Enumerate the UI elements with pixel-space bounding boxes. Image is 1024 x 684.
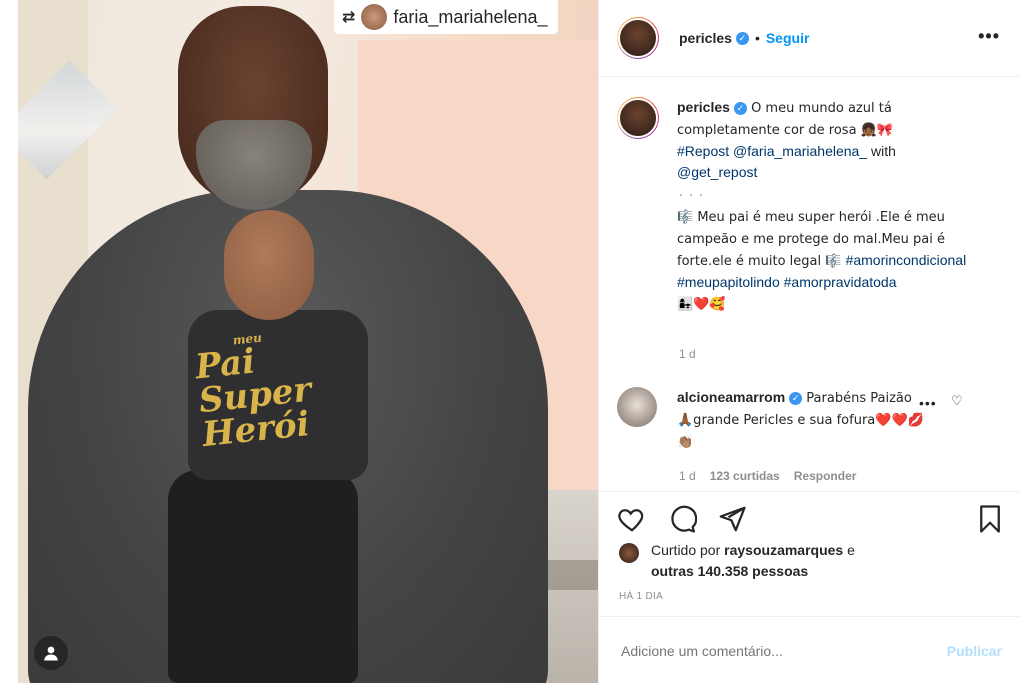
post-photo[interactable]: meu Pai Super Herói ⇄ faria_mariahelena_ — [18, 0, 598, 683]
post-header: pericles ✓ • Seguir ••• — [599, 0, 1020, 77]
caption-username[interactable]: pericles — [677, 99, 730, 115]
hashtag-meupapitolindo[interactable]: #meupapitolindo — [677, 274, 780, 290]
repost-avatar — [361, 4, 388, 30]
onesie-print: meu Pai Super Herói — [193, 330, 314, 456]
liker-username[interactable]: raysouzamarques — [724, 542, 843, 558]
commenter-avatar[interactable] — [617, 387, 657, 427]
hashtag-amorincondicional[interactable]: #amorincondicional — [846, 252, 967, 268]
add-comment-bar: Publicar — [599, 616, 1020, 684]
post-timestamp[interactable]: HÁ 1 DIA — [619, 591, 663, 602]
user-icon — [44, 646, 58, 661]
comment-like-heart-icon[interactable]: ♡ — [951, 393, 963, 409]
baby-head — [224, 210, 314, 320]
caption: pericles ✓ O meu mundo azul tá completame… — [617, 97, 1007, 315]
getrepost-mention[interactable]: @get_repost — [677, 164, 757, 180]
comment-likes[interactable]: 123 curtidas — [710, 469, 780, 483]
more-options-icon[interactable]: ••• — [978, 26, 1000, 47]
repost-mention[interactable]: @faria_mariahelena_ — [733, 143, 867, 159]
share-send-icon[interactable] — [717, 504, 747, 534]
liker-avatar[interactable] — [619, 543, 639, 563]
repost-handle: faria_mariahelena_ — [393, 6, 548, 27]
caption-time[interactable]: 1 d — [679, 347, 696, 361]
commenter-username[interactable]: alcioneamarrom — [677, 389, 785, 405]
tagged-users-button[interactable] — [34, 636, 68, 670]
comment-input[interactable] — [619, 641, 947, 660]
reply-button[interactable]: Responder — [794, 469, 857, 483]
comment-meta: 1 d 123 curtidas Responder — [679, 469, 856, 483]
header-username[interactable]: pericles — [679, 30, 732, 46]
instagram-post: meu Pai Super Herói ⇄ faria_mariahelena_… — [18, 0, 1020, 683]
like-heart-icon[interactable] — [617, 504, 647, 534]
verified-icon: ✓ — [735, 31, 749, 45]
likes-summary: Curtido por raysouzamarques e outras 140… — [619, 540, 855, 582]
comment-options-icon[interactable]: ••• — [919, 395, 937, 411]
repost-hashtag[interactable]: #Repost — [677, 143, 729, 159]
save-bookmark-icon[interactable] — [975, 504, 1005, 534]
comments-area[interactable]: pericles ✓ O meu mundo azul tá completame… — [599, 77, 1020, 491]
comment-item: alcioneamarrom ✓ Parabéns Paizão🙏🏾grande … — [617, 387, 1007, 453]
publish-button[interactable]: Publicar — [947, 643, 1002, 659]
follow-button[interactable]: Seguir — [766, 30, 810, 46]
header-avatar[interactable] — [617, 17, 659, 59]
repost-icon: ⇄ — [342, 9, 356, 26]
caption-avatar[interactable] — [617, 97, 659, 139]
verified-icon: ✓ — [733, 101, 747, 115]
comment-bubble-icon[interactable] — [667, 504, 697, 534]
others-likes-link[interactable]: outras 140.358 pessoas — [651, 563, 808, 579]
comment-time[interactable]: 1 d — [679, 469, 696, 483]
hashtag-amorpravidatoda[interactable]: #amorpravidatoda — [784, 274, 897, 290]
verified-icon: ✓ — [789, 391, 803, 405]
repost-banner: ⇄ faria_mariahelena_ — [334, 0, 558, 34]
post-side-panel: pericles ✓ • Seguir ••• pericles ✓ O meu … — [598, 0, 1020, 683]
